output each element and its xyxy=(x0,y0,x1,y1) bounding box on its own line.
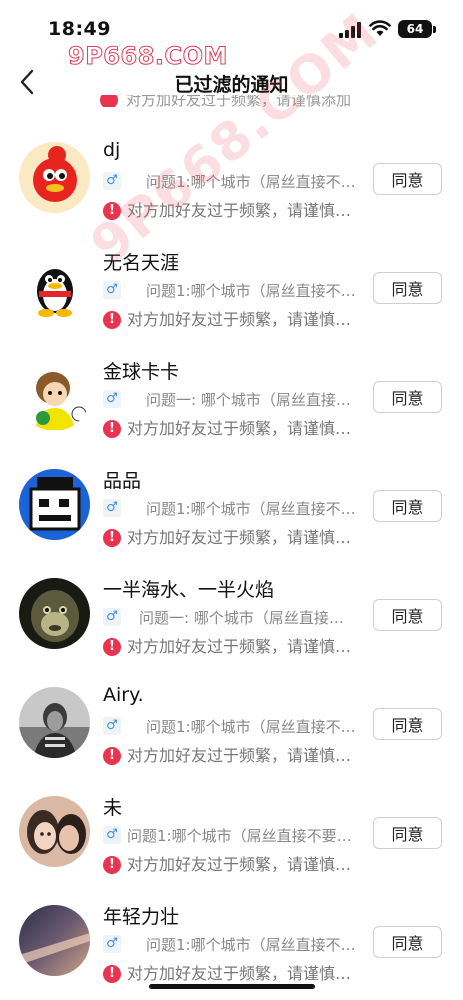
verification-question: 问题1:哪个城市（屌丝直接不要加） xyxy=(127,827,356,845)
friend-request-list: dj ♂ 问题1:哪个城市（屌丝直接不要加） ! 对方加好友过于频繁，请谨慎添加… xyxy=(0,128,463,1000)
battery-tip xyxy=(433,26,436,33)
avatar[interactable] xyxy=(19,142,90,213)
agree-button[interactable]: 同意 xyxy=(373,272,442,304)
agree-button[interactable]: 同意 xyxy=(373,599,442,631)
male-gender-icon: ♂ xyxy=(103,172,121,190)
male-gender-icon: ♂ xyxy=(103,281,121,299)
avatar[interactable] xyxy=(19,469,90,540)
frequent-request-warning: 对方加好友过于频繁，请谨慎添加 xyxy=(127,964,353,983)
avatar[interactable] xyxy=(19,578,90,649)
verification-question: 问题一: 哪个城市（屌丝直接不要加） xyxy=(146,391,356,409)
status-time: 18:49 xyxy=(48,18,111,40)
avatar[interactable] xyxy=(19,687,90,758)
battery-icon: 64 xyxy=(398,20,432,38)
verification-question: 问题1:哪个城市（屌丝直接不要加） xyxy=(146,718,356,736)
male-gender-icon: ♂ xyxy=(103,826,121,844)
frequent-request-warning: 对方加好友过于频繁，请谨慎添加 xyxy=(127,746,353,765)
user-name: 品品 xyxy=(103,470,142,492)
agree-button[interactable]: 同意 xyxy=(373,817,442,849)
male-gender-icon: ♂ xyxy=(103,717,121,735)
alert-icon: ! xyxy=(103,638,121,656)
male-gender-icon: ♂ xyxy=(103,935,121,953)
verification-question: 问题一: 哪个城市（屌丝直接不要加） xyxy=(139,609,356,627)
verification-question: 问题1:哪个城市（屌丝直接不要加） xyxy=(146,500,356,518)
alert-icon: ! xyxy=(103,747,121,765)
user-name: 年轻力壮 xyxy=(103,906,180,928)
agree-button[interactable]: 同意 xyxy=(373,163,442,195)
agree-button[interactable]: 同意 xyxy=(373,490,442,522)
friend-request-row: 品品 ♂ 问题1:哪个城市（屌丝直接不要加） ! 对方加好友过于频繁，请谨慎添加… xyxy=(0,455,463,564)
user-name: 未 xyxy=(103,797,123,819)
friend-request-row: 未 ♂ 问题1:哪个城市（屌丝直接不要加） ! 对方加好友过于频繁，请谨慎添加 … xyxy=(0,782,463,891)
agree-button[interactable]: 同意 xyxy=(373,708,442,740)
frequent-request-warning: 对方加好友过于频繁，请谨慎添加 xyxy=(127,419,353,438)
verification-question: 问题1:哪个城市（屌丝直接不要加） xyxy=(146,936,356,954)
alert-icon: ! xyxy=(103,311,121,329)
friend-request-row: 一半海水、一半火焰 ♂ 问题一: 哪个城市（屌丝直接不要加） ! 对方加好友过于… xyxy=(0,564,463,673)
avatar[interactable] xyxy=(19,905,90,976)
user-name: dj xyxy=(103,139,121,161)
frequent-request-warning: 对方加好友过于频繁，请谨慎添加 xyxy=(127,637,353,656)
page-title: 已过滤的通知 xyxy=(174,74,289,96)
male-gender-icon: ♂ xyxy=(103,608,121,626)
avatar[interactable] xyxy=(19,796,90,867)
user-name: Airy. xyxy=(103,684,144,706)
user-name: 金球卡卡 xyxy=(103,361,180,383)
friend-request-row: Airy. ♂ 问题1:哪个城市（屌丝直接不要加） ! 对方加好友过于频繁，请谨… xyxy=(0,673,463,782)
avatar[interactable] xyxy=(19,251,90,322)
alert-icon: ! xyxy=(103,529,121,547)
user-name: 一半海水、一半火焰 xyxy=(103,579,275,601)
male-gender-icon: ♂ xyxy=(103,499,121,517)
alert-icon: ! xyxy=(103,420,121,438)
agree-button[interactable]: 同意 xyxy=(373,381,442,413)
male-gender-icon: ♂ xyxy=(103,390,121,408)
avatar[interactable] xyxy=(19,360,90,431)
frequent-request-warning: 对方加好友过于频繁，请谨慎添加 xyxy=(127,528,353,547)
alert-icon: ! xyxy=(103,965,121,983)
alert-icon: ! xyxy=(103,856,121,874)
agree-button[interactable]: 同意 xyxy=(373,926,442,958)
alert-icon xyxy=(100,95,118,107)
verification-question: 问题1:哪个城市（屌丝直接不要加） xyxy=(146,282,356,300)
frequent-request-warning: 对方加好友过于频繁，请谨慎添加 xyxy=(127,310,353,329)
frequent-request-warning: 对方加好友过于频繁，请谨慎添加 xyxy=(127,855,353,874)
home-indicator[interactable] xyxy=(149,984,315,989)
friend-request-row: 无名天涯 ♂ 问题1:哪个城市（屌丝直接不要加） ! 对方加好友过于频繁，请谨慎… xyxy=(0,237,463,346)
friend-request-row: 金球卡卡 ♂ 问题一: 哪个城市（屌丝直接不要加） ! 对方加好友过于频繁，请谨… xyxy=(0,346,463,455)
